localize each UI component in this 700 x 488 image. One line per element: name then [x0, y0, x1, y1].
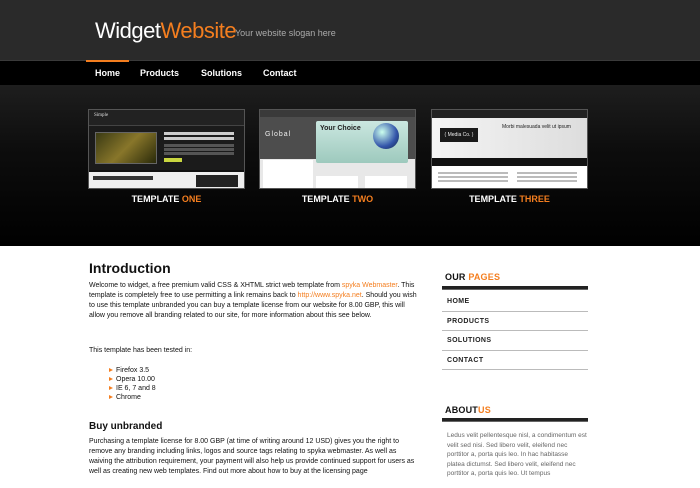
main-nav: Home Products Solutions Contact [0, 60, 700, 85]
thumb-text-lines [517, 172, 577, 174]
template-label-highlight: ONE [181, 194, 202, 204]
template-three-label[interactable]: TEMPLATE THREE [431, 194, 588, 204]
heading-part: OUR [445, 272, 466, 282]
template-label-highlight: TWO [352, 194, 374, 204]
sidebar-pages-list: HOME PRODUCTS SOLUTIONS CONTACT [442, 292, 588, 370]
template-one-thumbnail[interactable]: Simple [88, 109, 245, 189]
template-three-thumbnail[interactable]: ( Media Co. ) Morbi malesuada velit ut i… [431, 109, 588, 189]
heading-underline-bar [442, 286, 588, 290]
logo-part-website: Website [160, 18, 237, 43]
thumb-button [164, 158, 182, 162]
about-us-heading: ABOUTUS [445, 405, 491, 415]
thumb-topbar [260, 110, 415, 117]
thumb-your-choice: Your Choice [320, 125, 361, 132]
thumb-image [95, 132, 157, 164]
thumb-header: Simple [89, 110, 244, 126]
nav-item-home[interactable]: Home [85, 60, 130, 78]
sidebar-item-home[interactable]: HOME [442, 292, 588, 312]
thumb-sidebar [263, 160, 313, 188]
sidebar-item-contact[interactable]: CONTACT [442, 351, 588, 370]
template-label-text: TEMPLATE [469, 194, 517, 204]
sidebar-item-solutions[interactable]: SOLUTIONS [442, 331, 588, 351]
spyka-webmaster-link[interactable]: spyka Webmaster [342, 282, 398, 289]
intro-text: Welcome to widget, a free premium valid … [89, 282, 342, 289]
template-showcase: Simple TEMPLATE ONE Global Your Choice T… [0, 85, 700, 246]
thumb-brand-media: ( Media Co. ) [440, 128, 478, 142]
heading-highlight: PAGES [468, 272, 501, 282]
site-header: WidgetWebsite Your website slogan here [0, 0, 700, 60]
our-pages-heading: OUR PAGES [445, 272, 500, 282]
thumb-footer [89, 172, 244, 188]
spyka-url-link[interactable]: http://www.spyka.net [298, 292, 362, 299]
thumb-text-lines [164, 132, 234, 135]
intro-paragraph: Welcome to widget, a free premium valid … [89, 281, 419, 321]
template-label-highlight: THREE [519, 194, 550, 204]
list-item: Chrome [109, 393, 419, 402]
site-slogan: Your website slogan here [235, 28, 336, 38]
logo-part-widget: Widget [95, 18, 161, 43]
buy-paragraph: Purchasing a template license for 8.00 G… [89, 438, 415, 475]
list-item: IE 6, 7 and 8 [109, 384, 419, 393]
template-two-label[interactable]: TEMPLATE TWO [259, 194, 416, 204]
thumb-headline: Morbi malesuada velit ut ipsum [502, 124, 571, 130]
nav-item-contact[interactable]: Contact [263, 68, 297, 78]
tested-in-text: This template has been tested in: [89, 347, 193, 354]
thumb-welcome-text [93, 176, 153, 180]
template-one-label[interactable]: TEMPLATE ONE [88, 194, 245, 204]
nav-item-solutions[interactable]: Solutions [201, 68, 242, 78]
thumb-column [316, 176, 358, 188]
template-two-thumbnail[interactable]: Global Your Choice [259, 109, 416, 189]
list-item: Firefox 3.5 [109, 366, 419, 375]
template-label-text: TEMPLATE [131, 194, 180, 204]
browser-list: Firefox 3.5 Opera 10.00 IE 6, 7 and 8 Ch… [109, 366, 419, 402]
thumb-brand-global: Global [265, 131, 292, 138]
section-title-buy-unbranded: Buy unbranded [89, 421, 163, 432]
site-logo[interactable]: WidgetWebsite [95, 18, 237, 44]
heading-part: ABOUT [445, 405, 478, 415]
page-title: Introduction [89, 260, 171, 276]
list-item: Opera 10.00 [109, 375, 419, 384]
heading-highlight: US [478, 405, 491, 415]
heading-underline-bar [442, 418, 588, 422]
nav-item-products[interactable]: Products [140, 68, 179, 78]
about-us-text: Ledus velit pellentesque nisl, a condime… [447, 432, 587, 477]
thumb-footer-box [196, 175, 238, 187]
thumb-brand-simple: Simple [94, 113, 109, 118]
main-content: Introduction Welcome to widget, a free p… [89, 259, 419, 477]
template-label-text: TEMPLATE [301, 194, 350, 204]
thumb-topbar [432, 110, 587, 118]
sidebar-item-products[interactable]: PRODUCTS [442, 312, 588, 331]
globe-icon [373, 123, 399, 149]
thumb-nav [432, 158, 587, 166]
thumb-column [365, 176, 407, 188]
thumb-text-lines [438, 172, 508, 174]
